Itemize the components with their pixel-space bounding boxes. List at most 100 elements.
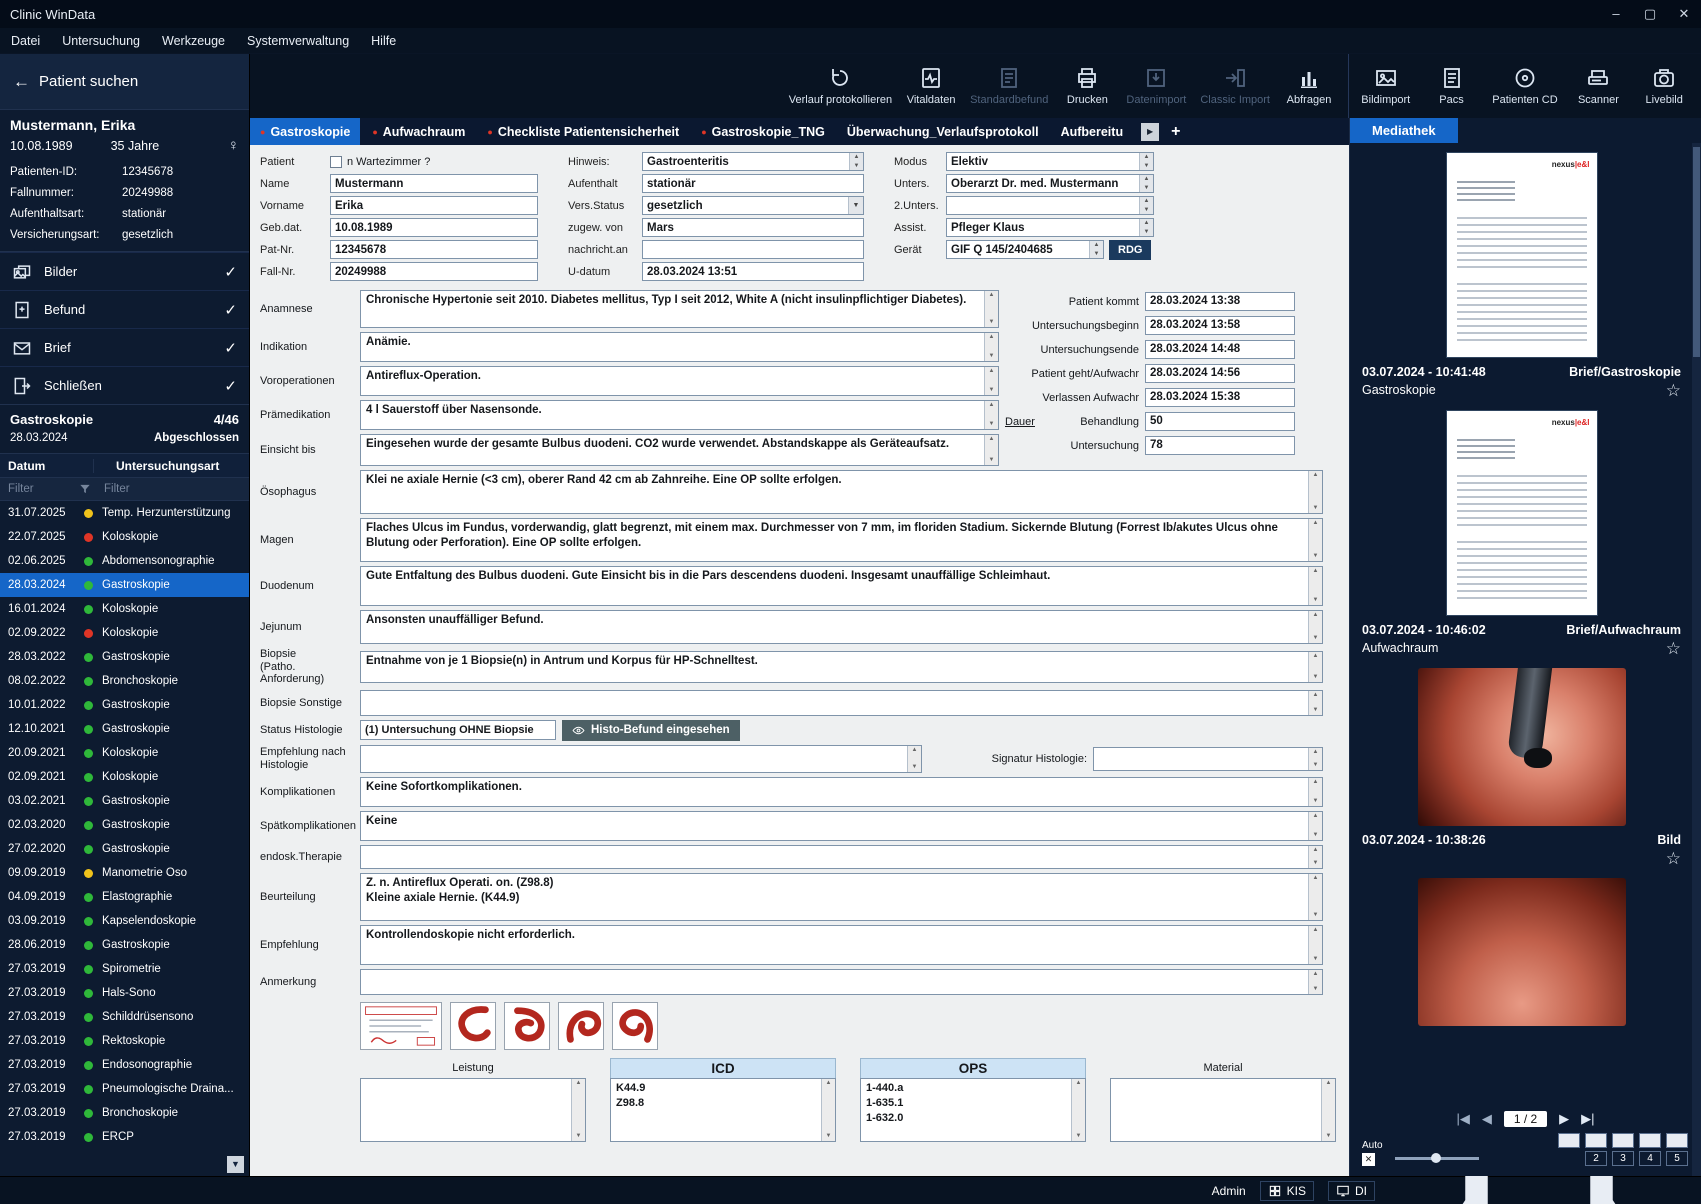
field-fall-nr[interactable]: 20249988: [330, 262, 538, 281]
page-thumb[interactable]: [1558, 1133, 1580, 1148]
sidebar-item-brief[interactable]: Brief✓: [0, 328, 249, 366]
page-number-button[interactable]: 4: [1639, 1151, 1661, 1166]
field-scrollbar[interactable]: ▲▼: [984, 367, 998, 395]
page-number-button[interactable]: 2: [1585, 1151, 1607, 1166]
toolbar-button-standardbefund[interactable]: Standardbefund: [966, 66, 1052, 106]
photo-thumbnail[interactable]: [1418, 668, 1626, 826]
toolbar-button-classic-import[interactable]: Classic Import: [1196, 66, 1274, 106]
add-tab-button[interactable]: +: [1165, 123, 1186, 141]
mediathek-tab[interactable]: Mediathek: [1350, 118, 1458, 143]
history-row[interactable]: 16.01.2024Koloskopie: [0, 597, 249, 621]
field-scrollbar[interactable]: ▲▼: [1308, 874, 1322, 920]
spinner-control[interactable]: ▲▼: [1139, 197, 1153, 214]
page-thumb[interactable]: [1585, 1133, 1607, 1148]
history-row[interactable]: 27.03.2019ERCP: [0, 1125, 249, 1149]
star-icon[interactable]: ☆: [1666, 381, 1681, 400]
patient-search-button[interactable]: ← Patient suchen: [0, 54, 249, 110]
field-u-datum[interactable]: 28.03.2024 13:51: [642, 262, 864, 281]
field-anamnese[interactable]: Chronische Hypertonie seit 2010. Diabete…: [360, 290, 999, 328]
history-row[interactable]: 27.03.2019Schilddrüsensono: [0, 1005, 249, 1029]
field-einsicht-bis[interactable]: Eingesehen wurde der gesamte Bulbus duod…: [360, 434, 999, 466]
document-thumbnail[interactable]: nexus|e&l: [1446, 410, 1598, 616]
history-row[interactable]: 28.06.2019Gastroskopie: [0, 933, 249, 957]
history-row[interactable]: 27.03.2019Bronchoskopie: [0, 1101, 249, 1125]
field-vorname[interactable]: Erika: [330, 196, 538, 215]
history-row[interactable]: 02.09.2021Koloskopie: [0, 765, 249, 789]
field-assist[interactable]: Pfleger Klaus▲▼: [946, 218, 1154, 237]
sidebar-item-befund[interactable]: Befund✓: [0, 290, 249, 328]
field-scrollbar[interactable]: ▲▼: [571, 1079, 585, 1141]
dropdown-arrow-icon[interactable]: ▼: [848, 197, 863, 214]
field-scrollbar[interactable]: ▲▼: [1308, 748, 1322, 770]
history-row[interactable]: 28.03.2022Gastroskopie: [0, 645, 249, 669]
maximize-button[interactable]: ▢: [1633, 0, 1667, 28]
field-scrollbar[interactable]: ▲▼: [1308, 652, 1322, 682]
field-jejunum[interactable]: Ansonsten unauffälliger Befund.▲▼: [360, 610, 1323, 644]
history-row[interactable]: 08.02.2022Bronchoskopie: [0, 669, 249, 693]
field-scrollbar[interactable]: ▲▼: [1308, 970, 1322, 994]
column-untersuchungsart[interactable]: Untersuchungsart: [94, 459, 219, 473]
field-sp-tkomplikationen[interactable]: Keine▲▼: [360, 811, 1323, 841]
tab-gastroskopie-tng[interactable]: ●Gastroskopie_TNG: [691, 118, 835, 145]
rdg-button[interactable]: RDG: [1109, 240, 1151, 260]
spinner-control[interactable]: ▲▼: [1089, 241, 1103, 258]
signatur-histologie-field[interactable]: ▲▼: [1093, 747, 1323, 771]
toolbar-button-scanner[interactable]: Scanner: [1569, 66, 1627, 106]
history-scroll-down-button[interactable]: ▼: [227, 1156, 244, 1173]
document-thumbnail[interactable]: nexus|e&l: [1446, 152, 1598, 358]
toolbar-button-patienten-cd[interactable]: Patienten CD: [1488, 66, 1561, 106]
field-biopsie[interactable]: Entnahme von je 1 Biopsie(n) in Antrum u…: [360, 651, 1323, 683]
field-2-unters[interactable]: ▲▼: [946, 196, 1154, 215]
spinner-control[interactable]: ▲▼: [1139, 219, 1153, 236]
minimize-button[interactable]: –: [1599, 0, 1633, 28]
stomach-diagram-3[interactable]: [558, 1002, 604, 1050]
stomach-diagram-1[interactable]: [450, 1002, 496, 1050]
field-magen[interactable]: Flaches Ulcus im Fundus, vorderwandig, g…: [360, 518, 1323, 562]
field-patient-kommt[interactable]: 28.03.2024 13:38: [1145, 292, 1295, 311]
tab-berwachung-verlaufsprotokoll[interactable]: Überwachung_Verlaufsprotokoll: [837, 118, 1049, 145]
star-icon[interactable]: ☆: [1666, 639, 1681, 658]
field-scrollbar[interactable]: ▲▼: [984, 291, 998, 327]
field-scrollbar[interactable]: ▲▼: [1308, 812, 1322, 840]
mediathek-item[interactable]: 03.07.2024 - 10:38:26Bild☆: [1362, 668, 1681, 868]
history-row[interactable]: 10.01.2022Gastroskopie: [0, 693, 249, 717]
toolbar-button-livebild[interactable]: Livebild: [1635, 66, 1693, 106]
page-thumb[interactable]: [1612, 1133, 1634, 1148]
field-behandlung-dauer[interactable]: 50: [1145, 412, 1295, 431]
close-button[interactable]: ✕: [1667, 0, 1701, 28]
history-row[interactable]: 27.03.2019Endosonographie: [0, 1053, 249, 1077]
history-row[interactable]: 20.09.2021Koloskopie: [0, 741, 249, 765]
column-datum[interactable]: Datum: [0, 459, 94, 473]
field-scrollbar[interactable]: ▲▼: [1308, 778, 1322, 806]
field-scrollbar[interactable]: ▲▼: [1308, 691, 1322, 715]
field-endosk-therapie[interactable]: ▲▼: [360, 845, 1323, 869]
waiting-room-checkbox[interactable]: [330, 156, 342, 168]
field-sophagus[interactable]: Klei ne axiale Hernie (<3 cm), oberer Ra…: [360, 470, 1323, 514]
page-thumb[interactable]: [1639, 1133, 1661, 1148]
mediathek-scrollbar[interactable]: [1692, 143, 1701, 1176]
tab-aufbereitu[interactable]: Aufbereitu: [1051, 118, 1134, 145]
prev-page-button[interactable]: ◀: [1482, 1111, 1492, 1127]
toolbar-button-verlauf-protokollieren[interactable]: Verlauf protokollieren: [785, 66, 896, 106]
coding-list-ops[interactable]: 1-440.a1-635.11-632.0▲▼: [860, 1078, 1086, 1142]
field-scrollbar[interactable]: ▲▼: [1308, 519, 1322, 561]
history-row[interactable]: 27.03.2019Spirometrie: [0, 957, 249, 981]
stomach-diagram-4[interactable]: [612, 1002, 658, 1050]
toolbar-button-drucken[interactable]: Drucken: [1058, 66, 1116, 106]
last-page-button[interactable]: ▶|: [1581, 1111, 1594, 1127]
menu-datei[interactable]: Datei: [0, 28, 51, 53]
field-scrollbar[interactable]: ▲▼: [821, 1079, 835, 1141]
history-row[interactable]: 04.09.2019Elastographie: [0, 885, 249, 909]
field-untersuchungsbeginn[interactable]: 28.03.2024 13:58: [1145, 316, 1295, 335]
field-untersuchungsende[interactable]: 28.03.2024 14:48: [1145, 340, 1295, 359]
mediathek-item[interactable]: [1362, 878, 1681, 1026]
history-row[interactable]: 28.03.2024Gastroskopie: [0, 573, 249, 597]
field-modus[interactable]: Elektiv▲▼: [946, 152, 1154, 171]
field-voroperationen[interactable]: Antireflux-Operation.▲▼: [360, 366, 999, 396]
field-untersuchung-dauer[interactable]: 78: [1145, 436, 1295, 455]
auto-checkbox[interactable]: ✕: [1362, 1153, 1375, 1166]
mediathek-item[interactable]: nexus|e&l03.07.2024 - 10:46:02Brief/Aufw…: [1362, 410, 1681, 658]
field-nachricht-an[interactable]: [642, 240, 864, 259]
tab-aufwachraum[interactable]: ●Aufwachraum: [362, 118, 475, 145]
toolbar-button-vitaldaten[interactable]: Vitaldaten: [902, 66, 960, 106]
